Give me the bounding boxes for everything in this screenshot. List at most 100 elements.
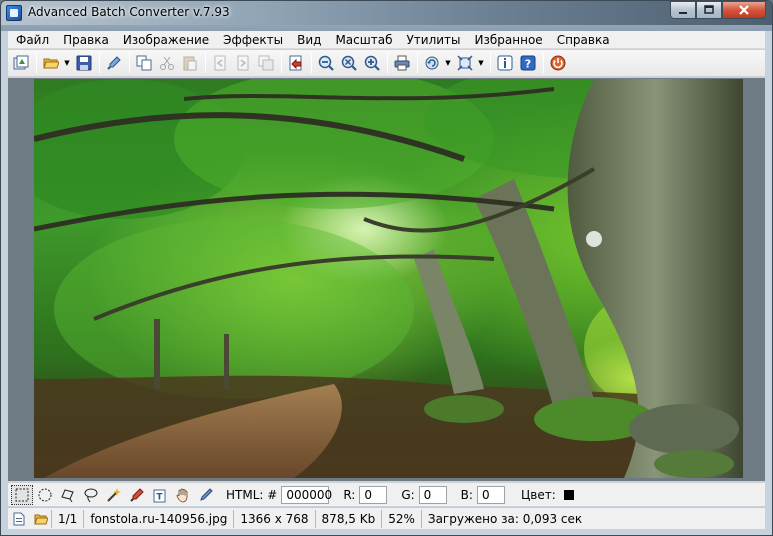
hand-tool[interactable] (172, 485, 194, 505)
red-label: R: (343, 487, 356, 502)
convert-icon (289, 55, 302, 71)
load-time: Загружено за: 0,093 сек (427, 511, 583, 526)
rotate-button[interactable] (421, 52, 443, 74)
resize-button[interactable] (454, 52, 476, 74)
text-tool[interactable]: T (149, 485, 171, 505)
app-window: Advanced Batch Converter v.7.93 Файл Пра… (0, 0, 773, 536)
resize-icon (457, 55, 473, 71)
maximize-button[interactable] (696, 1, 722, 19)
polygon-lasso-icon (61, 488, 74, 502)
menu-favorites[interactable]: Избранное (468, 31, 550, 49)
menu-view[interactable]: Вид (290, 31, 328, 49)
forest-photo (34, 79, 743, 478)
minimize-button[interactable] (670, 1, 696, 19)
color-swatch[interactable] (563, 489, 574, 500)
convert-button[interactable] (285, 52, 307, 74)
batch-convert-button[interactable] (10, 52, 32, 74)
folder-open-icon (43, 58, 59, 69)
properties-button[interactable] (103, 52, 125, 74)
zoom-fit-icon (341, 55, 357, 71)
save-icon (76, 55, 92, 71)
menu-zoom[interactable]: Масштаб (328, 31, 399, 49)
info-button[interactable] (494, 52, 516, 74)
menu-image[interactable]: Изображение (116, 31, 216, 49)
rotate-dropdown[interactable]: ▼ (444, 52, 452, 74)
minimize-icon (679, 12, 687, 14)
open-button[interactable] (40, 52, 62, 74)
chevron-down-icon: ▼ (478, 59, 484, 67)
html-color-label: HTML: # (226, 487, 278, 502)
file-name: fonstola.ru-140956.jpg (84, 509, 235, 528)
green-input[interactable]: 0 (418, 485, 447, 504)
menu-effects[interactable]: Эффекты (216, 31, 290, 49)
copy-button[interactable] (133, 52, 155, 74)
open-dropdown[interactable]: ▼ (63, 52, 71, 74)
toolbar-separator (490, 53, 491, 73)
print-button[interactable] (391, 52, 413, 74)
image-canvas[interactable] (8, 78, 765, 481)
copy-icon (136, 55, 152, 71)
help-button[interactable]: ? (517, 52, 539, 74)
zoom-in-button[interactable] (361, 52, 383, 74)
info-icon (497, 55, 513, 71)
paste-icon (183, 56, 197, 71)
open-folder-button[interactable] (30, 509, 52, 528)
rect-select-tool[interactable] (11, 484, 33, 505)
pipette-icon (107, 56, 121, 70)
html-color-input[interactable]: 000000 (281, 485, 332, 504)
ellipse-select-icon (38, 488, 52, 501)
pen-icon (200, 487, 213, 501)
cut-button[interactable] (156, 52, 178, 74)
window-title: Advanced Batch Converter v.7.93 (28, 5, 230, 19)
zoom-fit-button[interactable] (338, 52, 360, 74)
polygon-lasso-tool[interactable] (57, 485, 79, 505)
svg-text:?: ? (525, 58, 531, 71)
file-size: 878,5 Kb (316, 509, 383, 528)
ellipse-select-tool[interactable] (34, 485, 56, 505)
blue-input[interactable]: 0 (476, 485, 505, 504)
title-bar[interactable]: Advanced Batch Converter v.7.93 (1, 1, 772, 25)
eyedropper-tool[interactable] (126, 485, 148, 505)
maximize-icon (704, 5, 714, 14)
toolbar-separator (36, 53, 37, 73)
close-button[interactable] (722, 1, 766, 19)
status-bar: 1/1 fonstola.ru-140956.jpg 1366 x 768 87… (8, 507, 765, 529)
lasso-tool[interactable] (80, 485, 102, 505)
scissors-icon (160, 56, 174, 70)
menu-utilities[interactable]: Утилиты (399, 31, 467, 49)
eyedropper-icon (130, 487, 144, 502)
power-icon (550, 55, 566, 71)
window-controls (670, 1, 766, 19)
prev-page-button[interactable] (209, 52, 231, 74)
toolbar-separator (387, 53, 388, 73)
close-icon (739, 5, 749, 15)
green-label: G: (401, 487, 415, 502)
menu-file[interactable]: Файл (8, 31, 56, 49)
main-toolbar: ▼ ▼ ▼ ? (8, 50, 765, 77)
magic-wand-icon (107, 487, 121, 502)
blue-label: B: (460, 487, 473, 502)
hand-icon (176, 488, 188, 502)
resize-dropdown[interactable]: ▼ (477, 52, 485, 74)
pen-tool[interactable] (195, 485, 217, 505)
image-dimensions: 1366 x 768 (234, 509, 316, 528)
menu-edit[interactable]: Правка (56, 31, 116, 49)
menu-help[interactable]: Справка (550, 31, 617, 49)
toolbar-separator (281, 53, 282, 73)
toolbar-separator (543, 53, 544, 73)
toolbar-separator (129, 53, 130, 73)
exit-button[interactable] (547, 52, 569, 74)
magic-wand-tool[interactable] (103, 485, 125, 505)
svg-text:T: T (156, 492, 163, 502)
lasso-icon (84, 488, 98, 502)
red-input[interactable]: 0 (359, 485, 388, 504)
save-button[interactable] (73, 52, 95, 74)
rect-select-icon (15, 488, 29, 501)
zoom-out-button[interactable] (315, 52, 337, 74)
next-page-button[interactable] (232, 52, 254, 74)
rotate-icon (425, 56, 439, 70)
folder-open-icon (33, 514, 48, 524)
paste-button[interactable] (179, 52, 201, 74)
duplicate-button[interactable] (255, 52, 277, 74)
new-file-button[interactable] (8, 510, 30, 528)
